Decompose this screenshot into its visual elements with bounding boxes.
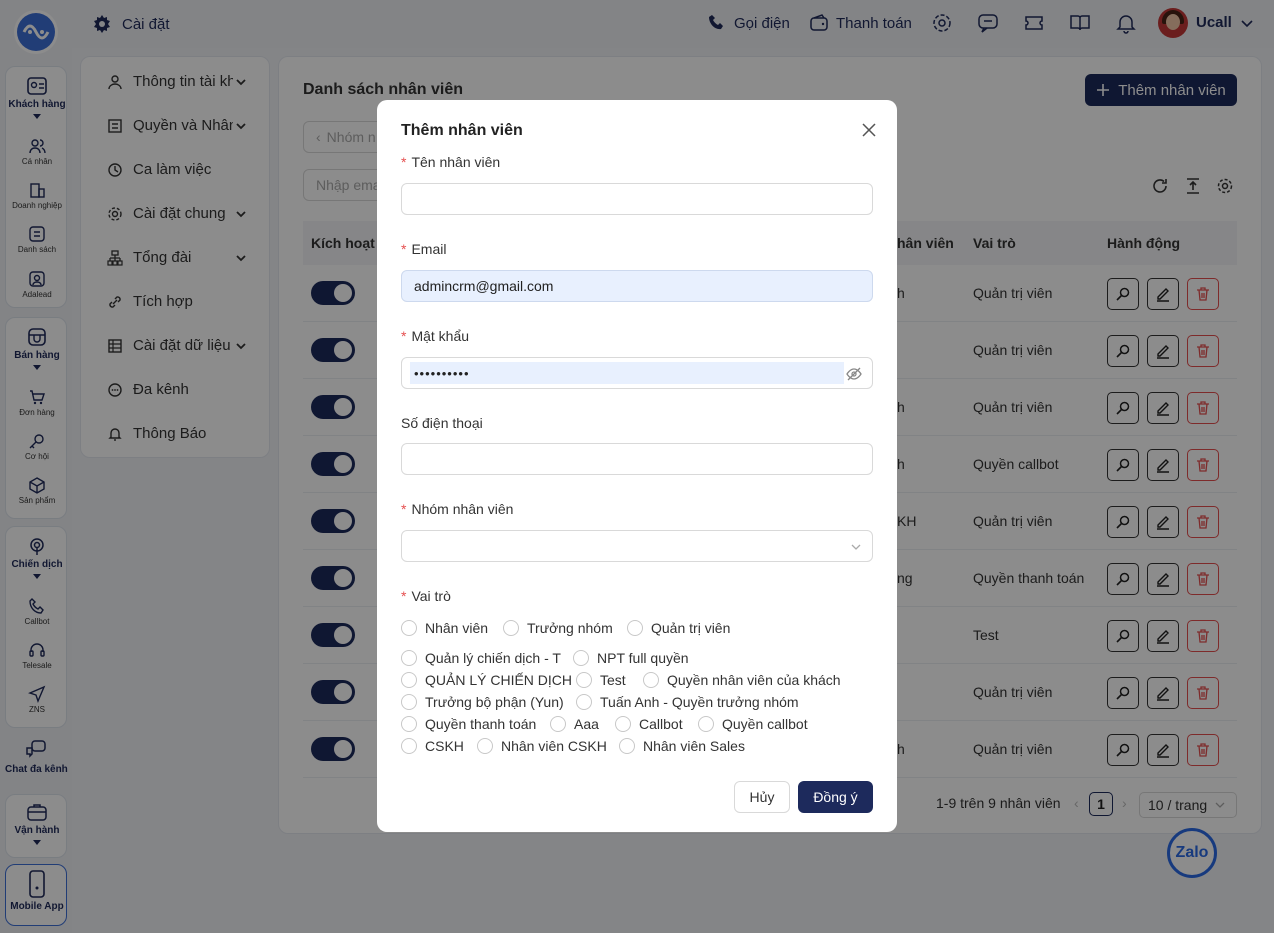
phone-label: Số điện thoại bbox=[401, 415, 483, 431]
chevron-down-icon bbox=[851, 544, 861, 550]
role-radio[interactable]: NPT full quyền bbox=[573, 650, 689, 666]
role-radio[interactable]: Trưởng nhóm bbox=[503, 620, 613, 636]
role-radio[interactable]: Tuấn Anh - Quyền trưởng nhóm bbox=[576, 694, 799, 710]
password-value: •••••••••• bbox=[410, 362, 844, 384]
email-value: admincrm@gmail.com bbox=[414, 278, 554, 294]
role-radio[interactable]: QUẢN LÝ CHIẾN DỊCH bbox=[401, 672, 572, 688]
role-radio[interactable]: Nhân viên Sales bbox=[619, 738, 745, 754]
modal-title: Thêm nhân viên bbox=[401, 122, 523, 139]
name-label: * Tên nhân viên bbox=[401, 154, 501, 170]
role-label: * Vai trò bbox=[401, 588, 451, 604]
role-radio[interactable]: Test bbox=[576, 672, 626, 688]
role-radio[interactable]: Quyền nhân viên của khách bbox=[643, 672, 841, 688]
role-radio[interactable]: Aaa bbox=[550, 716, 599, 732]
role-radio[interactable]: Trưởng bộ phận (Yun) bbox=[401, 694, 564, 710]
name-input[interactable] bbox=[401, 183, 873, 215]
role-radio[interactable]: Quyền callbot bbox=[698, 716, 808, 732]
group-label: * Nhóm nhân viên bbox=[401, 501, 514, 517]
password-label: * Mật khẩu bbox=[401, 328, 470, 344]
role-radio[interactable]: Callbot bbox=[615, 716, 683, 732]
role-radio[interactable]: Nhân viên CSKH bbox=[477, 738, 607, 754]
email-label: * Email bbox=[401, 241, 447, 257]
group-select[interactable] bbox=[401, 530, 873, 562]
phone-input[interactable] bbox=[401, 443, 873, 475]
role-radio[interactable]: Quyền thanh toán bbox=[401, 716, 536, 732]
confirm-button[interactable]: Đồng ý bbox=[798, 781, 873, 813]
role-radio[interactable]: Quản lý chiến dịch - T bbox=[401, 650, 561, 666]
role-radio[interactable]: Nhân viên bbox=[401, 620, 488, 636]
cancel-button[interactable]: Hủy bbox=[734, 781, 790, 813]
role-radio[interactable]: CSKH bbox=[401, 738, 464, 754]
close-icon[interactable] bbox=[859, 120, 879, 140]
email-input[interactable]: admincrm@gmail.com bbox=[401, 270, 873, 302]
role-radio[interactable]: Quản trị viên bbox=[627, 620, 730, 636]
add-staff-modal: Thêm nhân viên * Tên nhân viên * Email adm… bbox=[377, 100, 897, 832]
eye-off-icon[interactable] bbox=[846, 366, 862, 382]
password-input[interactable]: •••••••••• bbox=[401, 357, 873, 389]
